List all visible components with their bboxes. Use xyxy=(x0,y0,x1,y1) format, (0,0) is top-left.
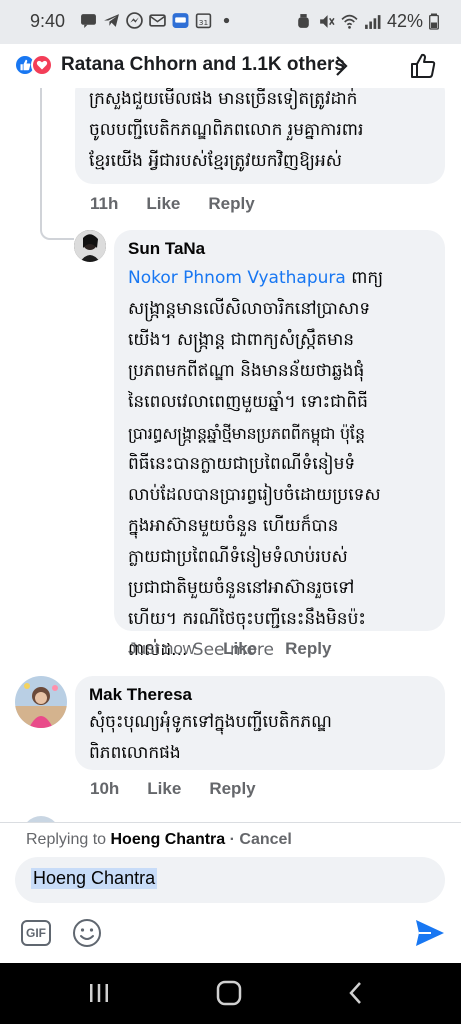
like-thumb-icon[interactable] xyxy=(409,52,437,80)
reactions-summary[interactable]: Ratana Chhorn and 1.1K others xyxy=(61,54,345,76)
like-button[interactable]: Like xyxy=(147,779,181,799)
battery-percent: 42% xyxy=(386,11,423,31)
love-reaction-icon xyxy=(31,54,53,76)
like-button[interactable]: Like xyxy=(223,639,257,659)
telegram-icon xyxy=(104,14,119,27)
chat-icon xyxy=(81,14,96,28)
home-icon[interactable] xyxy=(215,980,243,1006)
comment-line: សុំចុះបុណ្យអុំទូកទៅក្នុងបញ្ជីបេតិកភណ្ឌ xyxy=(89,712,332,732)
avatar[interactable] xyxy=(15,676,67,728)
replying-prefix: Replying to xyxy=(26,831,111,848)
comment-line: ប្រារព្ធសង្ក្រាន្តឆ្នាំថ្មីមានប្រភពពីកម្… xyxy=(128,424,365,443)
svg-text:31: 31 xyxy=(199,18,209,27)
comment-line: សង្ក្រាន្តមានលើសិលាចារិកនៅប្រាសាទ xyxy=(128,299,371,319)
mail-icon xyxy=(149,14,166,27)
comment-author[interactable]: Sun TaNa xyxy=(128,239,431,259)
messenger-icon xyxy=(126,12,143,29)
reply-button[interactable]: Reply xyxy=(285,639,331,659)
cancel-reply-button[interactable]: · Cancel xyxy=(225,831,292,848)
comment-line: យើង។ សង្ក្រាន្ត ជាពាក្យសំស្ក្រឹតមាន xyxy=(128,330,355,350)
comment-line: លាប់ដែលបានប្រារព្វរៀបចំដោយប្រទេស xyxy=(128,485,381,505)
system-nav-bar xyxy=(0,963,461,1024)
comment-bubble: ក្រសួងជួយមើលផង មានច្រើនទៀតត្រូវដាក់ ចូលប… xyxy=(75,88,445,184)
back-icon[interactable] xyxy=(346,980,366,1006)
comment-line: ក្រសួងជួយមើលផង មានច្រើនទៀតត្រូវដាក់ xyxy=(89,89,358,109)
comment-line: ប្រភពមកពីឥណ្ឌា និងមានន័យថាឆ្លងផុំ xyxy=(128,361,365,381)
wifi-icon xyxy=(341,14,358,29)
comment-text: សុំចុះបុណ្យអុំទូកទៅក្នុងបញ្ជីបេតិកភណ្ឌ ព… xyxy=(89,707,431,769)
chevron-right-icon[interactable] xyxy=(333,55,349,77)
signal-icon xyxy=(365,15,381,29)
comment-line: ពិភពលោកផង xyxy=(89,743,181,763)
recent-apps-icon[interactable] xyxy=(86,980,112,1006)
replying-to-label: Replying to Hoeng Chantra · Cancel xyxy=(26,831,292,849)
comment-time: 11h xyxy=(90,194,119,213)
replying-name: Hoeng Chantra xyxy=(110,831,226,848)
comment-line: ក្នុងអាស៊ានមួយចំនួន ហើយក៏បាន xyxy=(128,516,339,536)
comment-line: នៃពេលវេលាពេញមួយឆ្នាំ។ ទោះជាពិធី xyxy=(128,392,368,412)
emoji-icon[interactable] xyxy=(72,918,102,948)
comment-line: ក្លាយជាប្រពៃណីទំនៀមទំលាប់របស់ xyxy=(128,547,348,567)
alarm-icon xyxy=(298,14,309,28)
comment-line: ប្រជាជាតិមួយចំនួននៅអាស៊ានរួចទៅ xyxy=(128,578,355,598)
dot-icon xyxy=(223,17,230,24)
comment-line: ពិធីនេះបានក្លាយជាប្រពៃណីទំនៀមទំ xyxy=(128,454,356,474)
reply-button[interactable]: Reply xyxy=(209,779,255,799)
comment-line: ខ្មែរយើង អ្វីជារបស់ខ្មែរត្រូវយកវិញឱ្យអស់ xyxy=(89,151,342,171)
avatar[interactable] xyxy=(74,230,106,262)
comment-line: ចូលបញ្ជីបេតិកភណ្ឌពិភពលោក រួមគ្នាការពារ xyxy=(89,120,364,140)
mention-link[interactable]: Nokor Phnom Vyathapura xyxy=(128,268,346,288)
comment-bubble: Sun TaNa Nokor Phnom Vyathapura ពាក្យ សង… xyxy=(114,230,445,660)
mute-icon xyxy=(320,15,335,28)
reactions-header[interactable]: Ratana Chhorn and 1.1K others xyxy=(0,44,461,88)
comment-author[interactable]: Mak Theresa xyxy=(89,685,431,705)
comment-actions: 11h Like Reply xyxy=(90,194,255,214)
comment-actions: Just now Like Reply xyxy=(128,639,331,659)
reply-button[interactable]: Reply xyxy=(208,194,254,214)
comment-input-value[interactable]: Hoeng Chantra xyxy=(31,868,158,889)
comment-line: ហើយ។ ករណីថៃចុះបញ្ជីនេះនឹងមិនប៉ះ xyxy=(128,609,366,629)
gif-button[interactable]: GIF xyxy=(21,920,51,946)
send-icon[interactable] xyxy=(414,918,446,948)
thread-connector xyxy=(40,88,74,240)
comment-bubble: Mak Theresa សុំចុះបុណ្យអុំទូកទៅក្នុងបញ្ជ… xyxy=(75,676,445,770)
battery-icon xyxy=(429,13,439,30)
comment-thread: ក្រសួងជួយមើលផង មានច្រើនទៀតត្រូវដាក់ ចូលប… xyxy=(0,88,461,822)
like-button[interactable]: Like xyxy=(146,194,180,214)
calendar-icon: 31 xyxy=(195,13,212,29)
comment-actions: 10h Like Reply xyxy=(90,779,256,799)
comment-text: Nokor Phnom Vyathapura ពាក្យ សង្ក្រាន្តម… xyxy=(128,263,431,666)
status-bar: 9:40 31 42% xyxy=(0,0,461,44)
status-time: 9:40 xyxy=(30,11,66,31)
comment-line: ពាក្យ xyxy=(345,268,384,288)
comment-text: ក្រសួងជួយមើលផង មានច្រើនទៀតត្រូវដាក់ ចូលប… xyxy=(89,88,431,177)
comment-input[interactable]: Hoeng Chantra xyxy=(15,857,445,903)
app-icon xyxy=(172,13,189,28)
comment-time: Just now xyxy=(128,639,196,658)
comment-time: 10h xyxy=(90,779,120,798)
reply-composer: Replying to Hoeng Chantra · Cancel Hoeng… xyxy=(0,822,461,963)
